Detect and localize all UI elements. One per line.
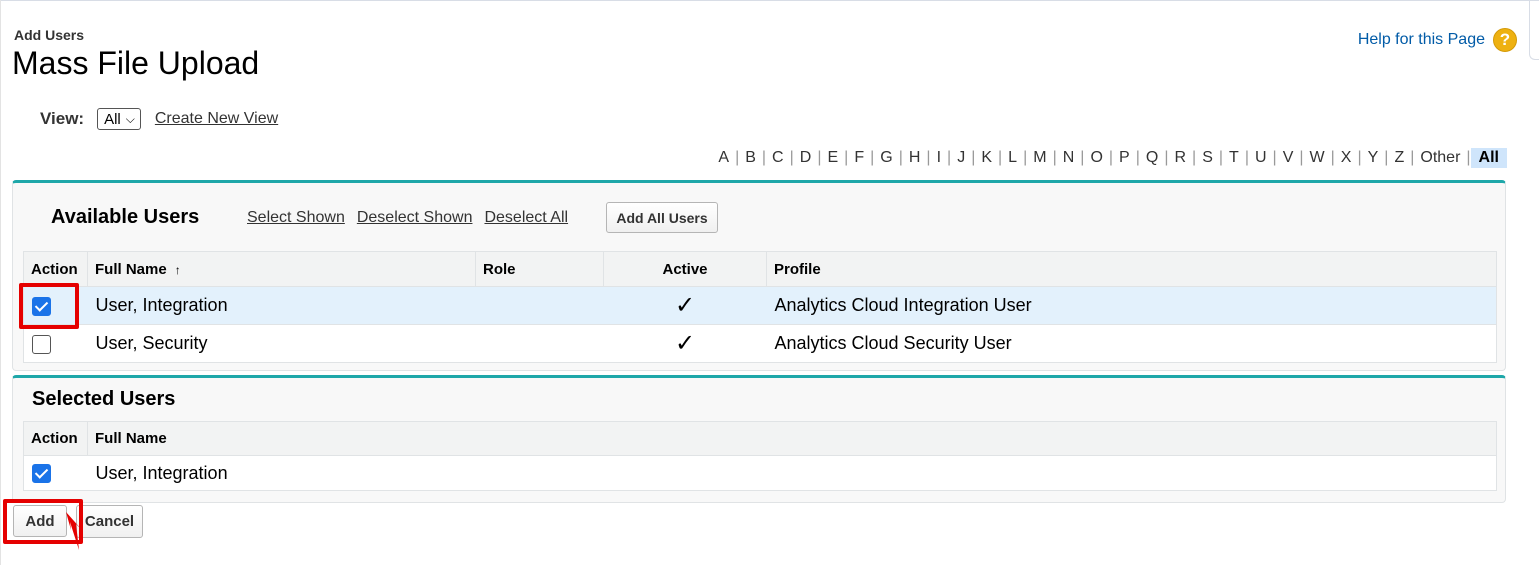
alphabet-filter: A | B | C | D | E | F | G | H | I | J | K | L | M | N | O | P | Q | R | S | T |… xyxy=(712,148,1507,168)
alphabet-letter-l[interactable]: L xyxy=(1002,149,1023,167)
alphabet-letter-q[interactable]: Q xyxy=(1140,149,1164,167)
row-profile: Analytics Cloud Security User xyxy=(766,324,1497,363)
view-select[interactable]: All ⌵ xyxy=(97,108,141,130)
alphabet-letter-t[interactable]: T xyxy=(1223,149,1245,167)
column-header-full-name-label: Full Name xyxy=(95,260,167,278)
scroll-edge xyxy=(1529,0,1539,60)
row-checkbox[interactable] xyxy=(32,464,51,484)
help-link-group[interactable]: Help for this Page ? xyxy=(1358,28,1517,52)
selected-users-panel: Selected Users Action Full Name User, In… xyxy=(12,375,1506,503)
selection-links: Select Shown Deselect Shown Deselect All xyxy=(247,209,580,227)
alphabet-letter-e[interactable]: E xyxy=(821,149,844,167)
add-all-users-button[interactable]: Add All Users xyxy=(606,202,718,233)
selected-users-table: Action Full Name User, Integration xyxy=(23,421,1497,491)
alphabet-letter-o[interactable]: O xyxy=(1084,149,1108,167)
alphabet-letter-r[interactable]: R xyxy=(1168,149,1192,167)
table-row: User, Integration xyxy=(23,455,1497,491)
row-full-name: User, Integration xyxy=(87,286,476,325)
alphabet-letter-f[interactable]: F xyxy=(848,149,870,167)
row-role xyxy=(475,286,604,325)
table-row: User, Security ✓ Analytics Cloud Securit… xyxy=(23,324,1497,363)
column-header-full-name[interactable]: Full Name ↑ xyxy=(87,251,476,287)
row-role xyxy=(475,324,604,363)
alphabet-letter-j[interactable]: J xyxy=(951,149,971,167)
view-filter-row: View: All ⌵ Create New View xyxy=(40,108,278,130)
row-checkbox[interactable] xyxy=(32,334,51,354)
deselect-shown-link[interactable]: Deselect Shown xyxy=(357,209,473,227)
row-full-name: User, Integration xyxy=(87,455,1497,491)
available-users-panel: Available Users Select Shown Deselect Sho… xyxy=(12,180,1506,371)
row-full-name: User, Security xyxy=(87,324,476,363)
selected-users-title: Selected Users xyxy=(32,388,176,410)
alphabet-letter-v[interactable]: V xyxy=(1277,149,1300,167)
deselect-all-link[interactable]: Deselect All xyxy=(484,209,568,227)
create-new-view-link[interactable]: Create New View xyxy=(155,110,278,128)
view-select-value: All xyxy=(104,110,121,128)
row-active: ✓ xyxy=(603,286,767,325)
alphabet-letter-n[interactable]: N xyxy=(1057,149,1081,167)
page-top-border xyxy=(0,0,1539,1)
column-header-action: Action xyxy=(23,251,88,287)
row-profile: Analytics Cloud Integration User xyxy=(766,286,1497,325)
alphabet-letter-y[interactable]: Y xyxy=(1362,149,1385,167)
active-check-icon: ✓ xyxy=(674,330,696,357)
sort-ascending-icon: ↑ xyxy=(174,262,181,277)
table-row: User, Integration ✓ Analytics Cloud Inte… xyxy=(23,286,1497,325)
alphabet-letter-a[interactable]: A xyxy=(712,149,735,167)
alphabet-letter-all[interactable]: All xyxy=(1470,148,1507,168)
alphabet-letter-z[interactable]: Z xyxy=(1388,149,1410,167)
help-icon[interactable]: ? xyxy=(1493,28,1517,52)
chevron-down-icon: ⌵ xyxy=(125,111,135,126)
alphabet-letter-h[interactable]: H xyxy=(903,149,927,167)
column-header-role[interactable]: Role xyxy=(475,251,604,287)
alphabet-letter-b[interactable]: B xyxy=(739,149,762,167)
page-subtitle: Add Users xyxy=(14,27,85,43)
cancel-button[interactable]: Cancel xyxy=(76,505,143,538)
alphabet-letter-d[interactable]: D xyxy=(794,149,818,167)
available-users-title: Available Users xyxy=(51,206,200,228)
column-header-full-name: Full Name xyxy=(87,421,1497,456)
row-action-cell xyxy=(23,324,88,363)
annotation-highlight-checkbox xyxy=(19,283,79,329)
page-title: Mass File Upload xyxy=(12,45,260,81)
alphabet-letter-i[interactable]: I xyxy=(931,149,947,167)
active-check-icon: ✓ xyxy=(674,292,696,319)
alphabet-letter-x[interactable]: X xyxy=(1335,149,1358,167)
alphabet-letter-c[interactable]: C xyxy=(766,149,790,167)
alphabet-letter-other[interactable]: Other xyxy=(1414,149,1466,167)
available-users-table: Action Full Name ↑ Role Active Profile Us… xyxy=(23,251,1497,363)
row-active: ✓ xyxy=(603,324,767,363)
help-link[interactable]: Help for this Page xyxy=(1358,31,1485,49)
row-action-cell xyxy=(23,455,88,491)
alphabet-letter-g[interactable]: G xyxy=(874,149,898,167)
alphabet-letter-s[interactable]: S xyxy=(1196,149,1219,167)
alphabet-letter-p[interactable]: P xyxy=(1113,149,1136,167)
page-left-border xyxy=(0,0,1,565)
annotation-pointer-icon xyxy=(66,512,82,550)
table-header-row: Action Full Name xyxy=(23,421,1497,456)
column-header-profile[interactable]: Profile xyxy=(766,251,1497,287)
alphabet-letter-u[interactable]: U xyxy=(1249,149,1273,167)
alphabet-letter-w[interactable]: W xyxy=(1304,149,1331,167)
column-header-active[interactable]: Active xyxy=(603,251,767,287)
alphabet-letter-m[interactable]: M xyxy=(1027,149,1052,167)
table-header-row: Action Full Name ↑ Role Active Profile xyxy=(23,251,1497,287)
alphabet-letter-k[interactable]: K xyxy=(975,149,998,167)
column-header-action: Action xyxy=(23,421,88,456)
view-label: View: xyxy=(40,109,85,128)
select-shown-link[interactable]: Select Shown xyxy=(247,209,345,227)
